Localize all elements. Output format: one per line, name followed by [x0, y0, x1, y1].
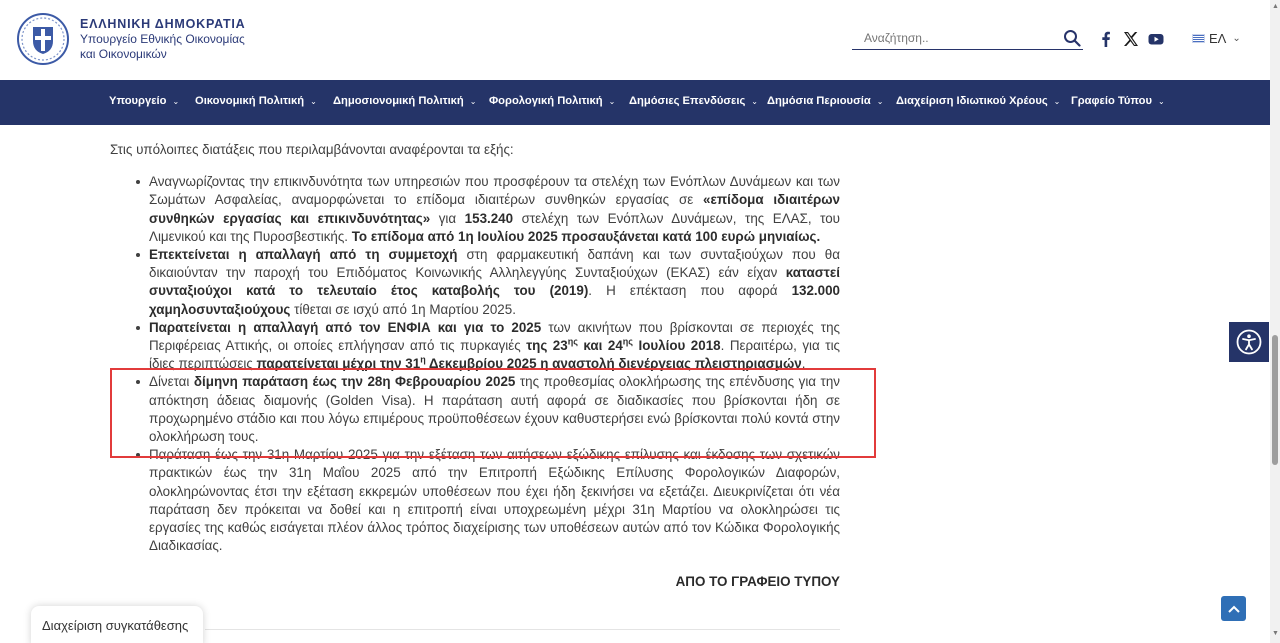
nav-item-tax-policy[interactable]: Φορολογική Πολιτική ⌄ — [489, 95, 615, 107]
nav-item-economic-policy[interactable]: Οικονομική Πολιτική ⌄ — [195, 95, 317, 107]
chevron-up-icon — [1227, 605, 1240, 613]
site-header: ΕΛΛΗΝΙΚΗ ΔΗΜΟΚΡΑΤΙΑ Υπουργείο Εθνικής Οι… — [0, 0, 1270, 80]
logo-subtitle-2: και Οικονομικών — [80, 46, 167, 61]
chevron-down-icon: ⌄ — [469, 97, 477, 106]
provisions-list: Αναγνωρίζοντας την επικινδυνότητα των υπ… — [132, 173, 840, 555]
consent-manager-tab[interactable]: Διαχείριση συγκατάθεσης — [31, 606, 203, 643]
youtube-icon[interactable] — [1148, 31, 1164, 47]
search-input[interactable] — [852, 28, 1042, 48]
site-logo[interactable]: ΕΛΛΗΝΙΚΗ ΔΗΜΟΚΡΑΤΙΑ Υπουργείο Εθνικής Οι… — [16, 12, 246, 66]
chevron-down-icon: ⌄ — [876, 97, 884, 106]
greek-flag-icon — [1192, 34, 1205, 43]
chevron-down-icon: ⌄ — [1158, 97, 1165, 106]
language-switcher[interactable]: ΕΛ ⌄ — [1192, 31, 1241, 46]
scroll-to-top-button[interactable] — [1221, 596, 1246, 621]
accessibility-button[interactable] — [1229, 322, 1269, 362]
scroll-up-arrow-icon[interactable]: ▲ — [1272, 3, 1279, 10]
facebook-icon[interactable] — [1098, 31, 1114, 47]
list-item: Παράταση έως την 31η Μαρτίου 2025 για τη… — [132, 446, 840, 555]
language-label: ΕΛ — [1209, 31, 1227, 46]
scroll-down-arrow-icon[interactable]: ▼ — [1272, 630, 1279, 637]
list-item: Παρατείνεται η απαλλαγή από τον ΕΝΦΙΑ κα… — [132, 319, 840, 374]
nav-label: Υπουργείο — [109, 95, 167, 107]
logo-title: ΕΛΛΗΝΙΚΗ ΔΗΜΟΚΡΑΤΙΑ — [80, 17, 246, 32]
chevron-down-icon: ⌄ — [1232, 33, 1241, 44]
nav-item-public-investments[interactable]: Δημόσιες Επενδύσεις ⌄ — [629, 95, 758, 107]
article-intro: Στις υπόλοιπες διατάξεις που περιλαμβάνο… — [110, 142, 514, 157]
list-item: Επεκτείνεται η απαλλαγή από τη συμμετοχή… — [132, 246, 840, 319]
nav-item-private-debt[interactable]: Διαχείριση Ιδιωτικού Χρέους ⌄ — [896, 95, 1060, 107]
nav-item-fiscal-policy[interactable]: Δημοσιονομική Πολιτική ⌄ — [333, 95, 476, 107]
nav-label: Δημοσιονομική Πολιτική — [333, 95, 464, 107]
chevron-down-icon: ⌄ — [751, 97, 758, 106]
main-navigation: Υπουργείο ⌄ Οικονομική Πολιτική ⌄ Δημοσιον… — [0, 80, 1270, 125]
x-icon[interactable] — [1123, 31, 1139, 47]
chevron-down-icon: ⌄ — [310, 97, 317, 106]
consent-label: Διαχείριση συγκατάθεσης — [42, 618, 189, 633]
nav-item-press-office[interactable]: Γραφείο Τύπου ⌄ — [1071, 95, 1165, 107]
chevron-down-icon: ⌄ — [1053, 97, 1061, 106]
list-item: Αναγνωρίζοντας την επικινδυνότητα των υπ… — [132, 173, 840, 246]
divider — [205, 629, 840, 630]
nav-label: Γραφείο Τύπου — [1071, 95, 1152, 107]
greek-emblem-icon — [17, 13, 69, 65]
chevron-down-icon: ⌄ — [608, 97, 616, 106]
logo-subtitle-1: Υπουργείο Εθνικής Οικονομίας — [80, 32, 245, 47]
nav-item-ministry[interactable]: Υπουργείο ⌄ — [109, 95, 179, 107]
nav-label: Φορολογική Πολιτική — [489, 95, 603, 107]
nav-item-public-property[interactable]: Δημόσια Περιουσία ⌄ — [767, 95, 883, 107]
nav-label: Δημόσια Περιουσία — [767, 95, 871, 107]
page-scrollbar[interactable]: ▲ ▼ — [1270, 0, 1280, 643]
scrollbar-thumb[interactable] — [1272, 335, 1278, 465]
chevron-down-icon: ⌄ — [172, 97, 180, 106]
article-signature: ΑΠΟ ΤΟ ΓΡΑΦΕΙΟ ΤΥΠΟΥ — [675, 574, 840, 590]
highlight-box — [110, 368, 876, 458]
article-body: Στις υπόλοιπες διατάξεις που περιλαμβάνο… — [110, 141, 840, 592]
search-icon[interactable] — [1063, 29, 1081, 47]
nav-label: Διαχείριση Ιδιωτικού Χρέους — [896, 95, 1048, 107]
nav-label: Δημόσιες Επενδύσεις — [629, 95, 746, 107]
accessibility-icon — [1236, 329, 1262, 355]
search-bar — [852, 28, 1083, 50]
nav-label: Οικονομική Πολιτική — [195, 95, 305, 107]
